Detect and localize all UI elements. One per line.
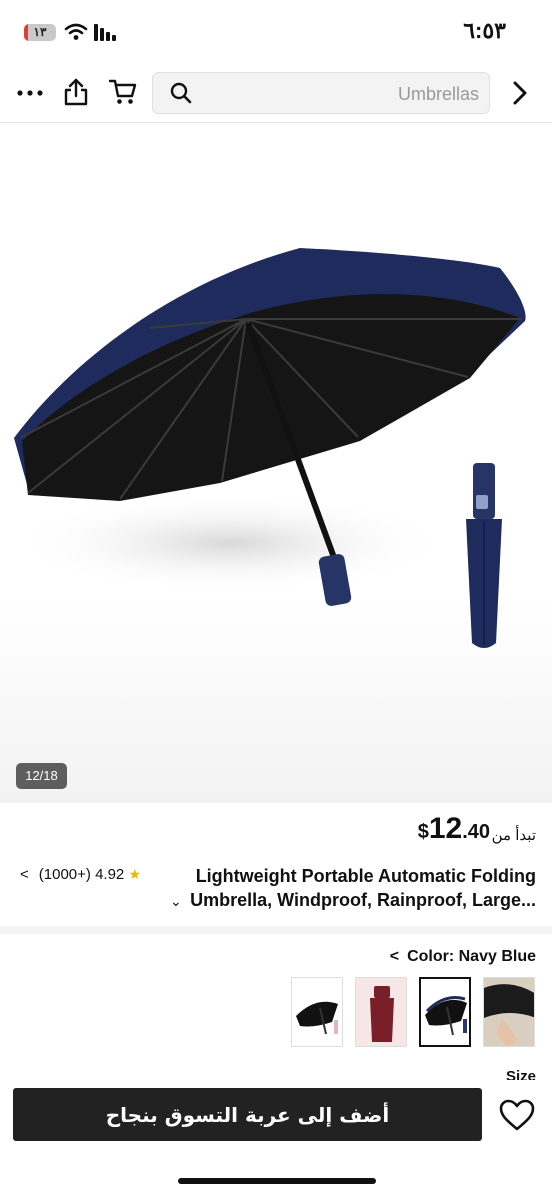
color-label: Color: — [407, 948, 455, 965]
search-input[interactable]: Umbrellas — [152, 72, 490, 114]
chevron-right-icon[interactable] — [508, 80, 532, 106]
image-counter: 12/18 — [16, 763, 67, 789]
product-title-line2[interactable]: Umbrella, Windproof, Rainproof, Large... — [168, 890, 536, 911]
color-selector-label[interactable]: < Color: Navy Blue — [390, 948, 536, 966]
chevron-left-icon[interactable]: < — [390, 948, 399, 966]
status-time: ٦:٥٣ — [463, 18, 506, 43]
cart-icon[interactable] — [108, 78, 138, 106]
price-whole: 12 — [428, 812, 463, 845]
swatch-thumbnail — [296, 1001, 338, 1035]
color-swatch-navy-blue[interactable] — [419, 977, 471, 1047]
umbrella-illustration — [10, 248, 526, 648]
product-image[interactable]: 12/18 — [0, 123, 552, 803]
swatch-thumbnail — [425, 996, 467, 1036]
price-row: تبدأ من $12.40 — [0, 810, 552, 854]
add-to-cart-button[interactable]: أضف إلى عربة التسوق بنجاح — [13, 1088, 482, 1141]
bottom-action-bar: أضف إلى عربة التسوق بنجاح — [0, 1080, 552, 1160]
top-navigation: Umbrellas — [0, 64, 552, 123]
cellular-signal-icon — [94, 24, 116, 41]
rating-value: 4.92 — [95, 866, 125, 883]
price: $12.40 — [418, 812, 490, 846]
more-options-icon[interactable] — [16, 82, 46, 104]
color-swatch-lifestyle[interactable] — [483, 977, 535, 1047]
wifi-icon — [64, 23, 88, 40]
heart-icon[interactable] — [498, 1098, 536, 1132]
price-prefix: تبدأ من — [491, 827, 536, 844]
search-icon[interactable] — [169, 81, 193, 105]
color-swatch-burgundy[interactable] — [355, 977, 407, 1047]
color-swatch-black-white[interactable] — [291, 977, 343, 1047]
rating-count: (1000+) — [38, 866, 91, 883]
swatch-thumbnail — [370, 986, 394, 1042]
share-icon[interactable] — [62, 77, 90, 107]
battery-icon: ١٣ — [24, 24, 56, 41]
rating[interactable]: < (1000+) 4.92 ★ — [20, 866, 141, 883]
price-cents: .40 — [462, 821, 490, 843]
color-value: Navy Blue — [458, 948, 536, 965]
chevron-left-icon[interactable]: < — [20, 866, 29, 883]
expand-title-icon[interactable]: ⌄ — [170, 893, 182, 910]
product-title-line1[interactable]: Lightweight Portable Automatic Folding — [168, 866, 536, 887]
star-icon: ★ — [128, 866, 141, 882]
section-divider — [0, 926, 552, 934]
status-bar: ١٣ ٦:٥٣ — [0, 0, 552, 64]
swatch-thumbnail — [484, 984, 534, 1046]
price-currency: $ — [417, 821, 429, 843]
home-indicator — [178, 1178, 376, 1184]
search-query: Umbrellas — [397, 84, 479, 104]
battery-level: ١٣ — [33, 25, 47, 39]
